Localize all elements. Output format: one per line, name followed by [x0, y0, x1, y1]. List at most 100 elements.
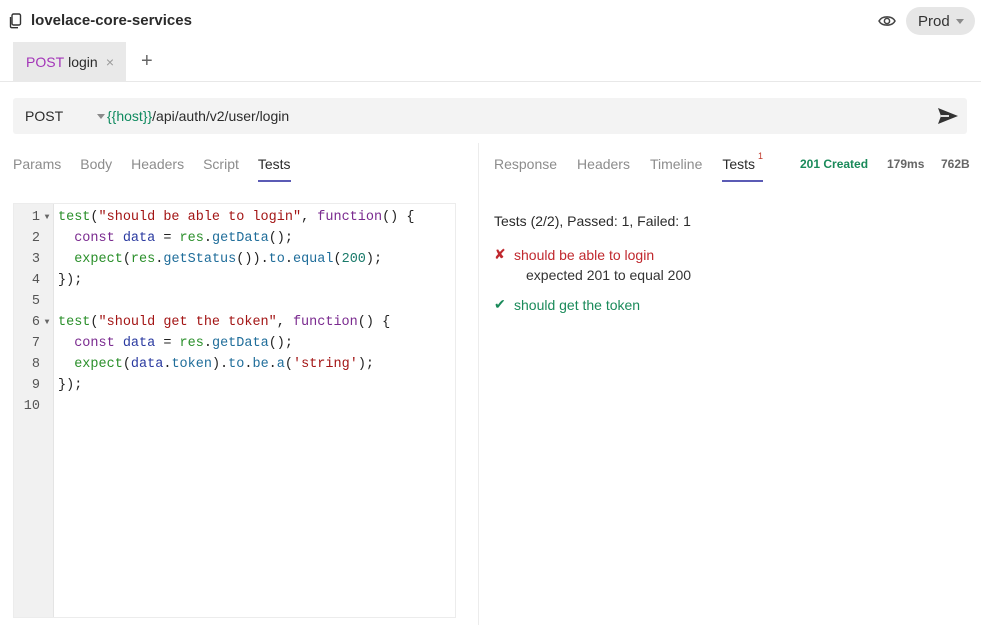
code-line[interactable]: 10 — [14, 396, 455, 417]
code-lines: 1 ▼ test("should be able to login", functi… — [14, 207, 455, 417]
tab-params[interactable]: Params — [13, 156, 61, 180]
line-number: 4 — [31, 273, 40, 288]
code-token-fn: test — [58, 210, 91, 225]
line-number: 3 — [31, 252, 40, 267]
code-token-fn: res — [130, 252, 156, 267]
test-name: should get the token — [514, 296, 641, 313]
close-icon[interactable]: × — [106, 54, 114, 70]
code-token-call: getStatus — [163, 252, 237, 267]
code-token-call: to — [228, 357, 245, 372]
code-line[interactable]: 1 ▼ test("should be able to login", functi… — [14, 207, 455, 228]
tests-code-editor[interactable]: 1 ▼ test("should be able to login", functi… — [13, 203, 456, 618]
method-selector[interactable]: POST — [25, 108, 63, 124]
test-result-failed: ✘ should be able to login — [494, 246, 654, 263]
tab-script[interactable]: Script — [203, 156, 239, 180]
line-number: 9 — [31, 378, 40, 393]
code-line[interactable]: 3 expect(res.getStatus()).to.equal(200); — [14, 249, 455, 270]
code-text: expect(res.getStatus()).to.equal(200); — [54, 252, 382, 267]
code-token-fn: expect — [74, 252, 123, 267]
code-token-var: data — [122, 231, 156, 246]
code-token-plain: ( — [333, 252, 342, 267]
code-token-call: token — [171, 357, 212, 372]
fold-arrow-icon[interactable]: ▼ — [40, 318, 54, 327]
chevron-down-icon[interactable] — [97, 114, 105, 119]
code-line[interactable]: 7 const data = res.getData(); — [14, 333, 455, 354]
code-token-fn: expect — [74, 357, 123, 372]
line-number: 8 — [31, 357, 40, 372]
code-token-fn: res — [179, 336, 204, 351]
tab-tests[interactable]: Tests — [257, 156, 291, 182]
response-size: 762B — [941, 157, 970, 171]
code-line[interactable]: 2 const data = res.getData(); — [14, 228, 455, 249]
code-token-call: a — [276, 357, 285, 372]
test-summary: Tests (2/2), Passed: 1, Failed: 1 — [494, 213, 691, 229]
tab-headers[interactable]: Headers — [131, 156, 184, 180]
code-token-fn: test — [58, 315, 91, 330]
code-token-call: equal — [292, 252, 334, 267]
line-number: 1 — [31, 210, 40, 225]
code-token-plain: ( — [284, 357, 293, 372]
code-token-plain: () { — [357, 315, 391, 330]
request-tab-method: POST — [26, 54, 65, 70]
fold-arrow-icon[interactable]: ▼ — [40, 213, 54, 222]
code-text: test("should be able to login", function… — [54, 210, 414, 225]
code-token-plain: ); — [365, 252, 383, 267]
tab-response-tests[interactable]: Tests 1 — [722, 151, 763, 182]
test-name: should be able to login — [514, 246, 655, 263]
url-input[interactable]: {{host}}/api/auth/v2/user/login — [107, 108, 289, 124]
send-icon[interactable] — [937, 106, 959, 126]
code-token-plain: . — [284, 252, 293, 267]
copy-documents-icon — [9, 13, 22, 29]
pane-divider[interactable] — [478, 143, 479, 625]
code-token-kw: const — [74, 231, 115, 246]
top-bar: lovelace-core-services Prod — [0, 0, 981, 42]
tab-response[interactable]: Response — [494, 156, 557, 180]
code-line[interactable]: 8 expect(data.token).to.be.a('string'); — [14, 354, 455, 375]
code-token-kw: const — [74, 336, 115, 351]
code-token-plain: }); — [58, 273, 83, 288]
request-tab-strip: POST login × + — [0, 42, 981, 82]
url-bar: POST {{host}}/api/auth/v2/user/login — [13, 98, 967, 134]
code-token-call: getData — [211, 336, 269, 351]
request-tab-name: login — [68, 54, 98, 70]
tab-response-tests-label: Tests — [722, 156, 756, 172]
tab-body[interactable]: Body — [80, 156, 112, 180]
code-token-plain: . — [268, 357, 277, 372]
line-number: 5 — [31, 294, 40, 309]
code-line[interactable]: 5 — [14, 291, 455, 312]
chevron-down-icon — [955, 18, 964, 24]
check-icon: ✔ — [494, 296, 506, 312]
line-number: 10 — [23, 399, 40, 414]
status-badge: 201 Created — [800, 157, 869, 171]
code-token-plain: . — [203, 231, 212, 246]
request-tab-login[interactable]: POST login × — [13, 42, 126, 82]
url-host-variable: {{host}} — [107, 108, 153, 124]
code-token-plain: , — [301, 210, 318, 225]
code-token-plain: ( — [122, 252, 131, 267]
code-token-num: 200 — [341, 252, 366, 267]
code-token-call: getData — [211, 231, 269, 246]
line-number: 7 — [31, 336, 40, 351]
code-line[interactable]: 9}); — [14, 375, 455, 396]
environment-label: Prod — [918, 12, 950, 30]
code-token-plain: ( — [122, 357, 131, 372]
tab-response-headers[interactable]: Headers — [577, 156, 630, 180]
code-token-plain: ). — [211, 357, 229, 372]
code-token-plain: , — [276, 315, 293, 330]
eye-icon[interactable] — [877, 12, 897, 30]
environment-selector[interactable]: Prod — [906, 7, 975, 35]
code-line[interactable]: 4}); — [14, 270, 455, 291]
cross-icon: ✘ — [494, 246, 506, 262]
code-line[interactable]: 6 ▼ test("should get the token", function(… — [14, 312, 455, 333]
tab-timeline[interactable]: Timeline — [650, 156, 702, 180]
code-token-plain: = — [155, 231, 180, 246]
workspace-title: lovelace-core-services — [31, 12, 192, 29]
add-tab-button[interactable]: + — [141, 50, 153, 73]
code-token-plain: ( — [90, 315, 99, 330]
request-section-tabs: Params Body Headers Script Tests — [13, 156, 310, 182]
code-token-str: "should be able to login" — [98, 210, 302, 225]
code-text: const data = res.getData(); — [54, 336, 293, 351]
